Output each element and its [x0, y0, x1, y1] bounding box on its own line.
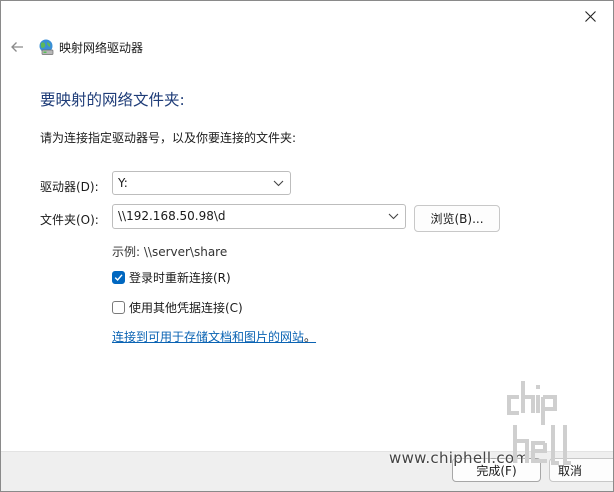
- page-heading: 要映射的网络文件夹:: [40, 91, 185, 109]
- close-icon: [584, 10, 596, 22]
- folder-label: 文件夹(O):: [40, 213, 99, 227]
- reconnect-checkbox[interactable]: [112, 271, 125, 284]
- back-arrow-icon: [11, 42, 23, 52]
- browse-button[interactable]: 浏览(B)...: [414, 205, 500, 232]
- checkmark-icon: [114, 274, 123, 282]
- reconnect-label: 登录时重新连接(R): [129, 271, 231, 285]
- chevron-down-icon: [388, 213, 399, 220]
- credentials-label: 使用其他凭据连接(C): [129, 301, 243, 315]
- reconnect-option[interactable]: 登录时重新连接(R): [112, 269, 231, 286]
- chevron-down-icon: [273, 180, 284, 187]
- credentials-checkbox[interactable]: [112, 301, 125, 314]
- chiphell-logo: [507, 381, 571, 465]
- map-network-drive-window: 映射网络驱动器 要映射的网络文件夹: 请为连接指定驱动器号，以及你要连接的文件夹…: [0, 0, 614, 492]
- title-bar: [1, 1, 613, 31]
- network-drive-icon: [39, 39, 54, 55]
- folder-path-combobox[interactable]: \\192.168.50.98\d: [112, 204, 406, 229]
- drive-letter-select[interactable]: Y:: [112, 171, 291, 195]
- wizard-title: 映射网络驱动器: [59, 41, 144, 55]
- close-button[interactable]: [567, 1, 613, 31]
- drive-letter-value: Y:: [118, 176, 128, 190]
- back-button[interactable]: [7, 38, 27, 56]
- link-suffix: 。: [304, 330, 317, 344]
- drive-label: 驱动器(D):: [40, 180, 99, 194]
- website-link[interactable]: 连接到可用于存储文档和图片的网站: [112, 330, 304, 344]
- website-link-row: 连接到可用于存储文档和图片的网站。: [112, 328, 316, 345]
- instruction-text: 请为连接指定驱动器号，以及你要连接的文件夹:: [40, 131, 297, 145]
- credentials-option[interactable]: 使用其他凭据连接(C): [112, 299, 243, 316]
- folder-path-value: \\192.168.50.98\d: [118, 209, 226, 223]
- example-text: 示例: \\server\share: [112, 245, 228, 259]
